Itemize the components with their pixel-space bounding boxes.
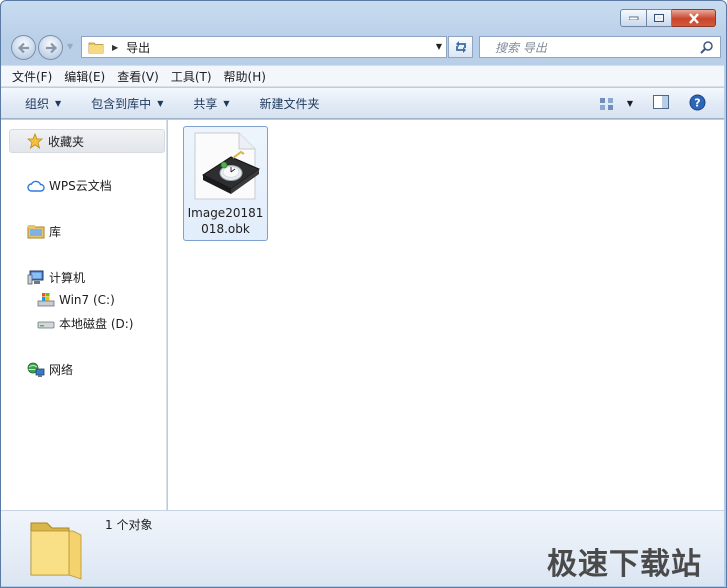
organize-label: 组织 [25,96,50,111]
item-count: 1 个对象 [105,518,153,532]
nav-drive-c-label: Win7 (C:) [59,293,115,307]
folder-icon [88,42,104,54]
share-button[interactable]: 共享 ▼ [193,95,229,112]
preview-pane-icon [653,95,669,109]
search-input[interactable]: 搜索 导出 [479,36,721,58]
menu-bar: 文件(F) 编辑(E) 查看(V) 工具(T) 帮助(H) [1,65,724,87]
chevron-down-icon: ▼ [55,98,62,108]
nav-wps-cloud-label: WPS云文档 [49,179,112,193]
details-pane: 1 个对象 极速下载站 [1,510,724,586]
obk-file-icon [194,132,261,200]
cloud-icon [27,178,45,194]
search-placeholder: 搜索 导出 [495,40,547,55]
breadcrumb-item[interactable]: 导出 [126,39,150,56]
back-button[interactable] [11,35,36,60]
caption-buttons [620,9,716,27]
nav-drive-c[interactable]: Win7 (C:) [37,292,115,308]
nav-libraries[interactable]: 库 [27,223,61,240]
nav-drive-d[interactable]: 本地磁盘 (D:) [37,315,133,332]
menu-view[interactable]: 查看(V) [112,68,164,85]
navigation-pane: 收藏夹 WPS云文档 库 计算机 Win7 (C:) 本地磁盘 (D:) 网络 [1,120,167,510]
minimize-button[interactable] [620,9,647,27]
menu-help[interactable]: 帮助(H) [219,68,271,85]
refresh-button[interactable] [448,36,473,58]
file-item[interactable]: Image20181018.obk [183,126,268,241]
refresh-icon [455,41,466,53]
nav-libraries-label: 库 [49,225,62,239]
nav-computer[interactable]: 计算机 [27,269,85,286]
include-in-library-label: 包含到库中 [91,96,152,111]
file-name: Image20181018.obk [187,206,264,236]
breadcrumb-separator-icon[interactable]: ▶ [112,43,118,52]
nav-network[interactable]: 网络 [27,361,73,378]
maximize-icon [653,13,664,22]
organize-button[interactable]: 组织 ▼ [25,95,61,112]
address-field[interactable]: ▶ 导出 ▼ [81,36,447,58]
nav-favorites[interactable]: 收藏夹 [9,129,165,153]
arrow-right-icon [45,42,57,53]
chevron-down-icon: ▼ [157,98,164,108]
hard-disk-icon [37,316,55,332]
address-bar: ▼ ▶ 导出 ▼ 搜索 导出 [9,32,721,60]
computer-icon [27,270,45,286]
menu-edit[interactable]: 编辑(E) [59,68,110,85]
menu-tools[interactable]: 工具(T) [166,68,217,85]
preview-pane-button[interactable] [653,95,669,112]
nav-drive-d-label: 本地磁盘 (D:) [59,317,134,331]
nav-wps-cloud[interactable]: WPS云文档 [27,177,112,194]
view-grid-icon [599,97,613,110]
star-icon [26,133,44,149]
new-folder-label: 新建文件夹 [259,96,320,111]
arrow-left-icon [17,42,29,53]
new-folder-button[interactable]: 新建文件夹 [260,95,320,112]
nav-network-label: 网络 [49,363,74,377]
folder-icon [30,522,82,580]
address-dropdown-icon[interactable]: ▼ [436,42,442,51]
system-drive-icon [37,292,55,308]
view-controls: ▼ ? [599,88,724,119]
forward-button[interactable] [38,35,63,60]
close-icon [688,12,699,24]
file-list: Image20181018.obk [168,120,724,510]
help-button[interactable]: ? [689,94,706,114]
include-in-library-button[interactable]: 包含到库中 ▼ [91,95,163,112]
help-icon: ? [689,94,706,110]
search-icon[interactable] [700,40,714,54]
close-button[interactable] [672,9,716,27]
watermark-logo: 极速下载站 [547,547,702,582]
nav-favorites-label: 收藏夹 [48,134,85,149]
svg-text:?: ? [694,96,700,109]
minimize-icon [628,16,638,20]
maximize-button[interactable] [647,9,672,27]
change-view-button[interactable]: ▼ [599,97,633,111]
chevron-down-icon: ▼ [223,98,230,108]
share-label: 共享 [193,96,218,111]
menu-file[interactable]: 文件(F) [7,68,57,85]
library-icon [27,224,45,240]
nav-computer-label: 计算机 [49,271,86,285]
command-bar: 组织 ▼ 包含到库中 ▼ 共享 ▼ 新建文件夹 ▼ ? [1,88,724,119]
chevron-down-icon: ▼ [626,99,633,108]
recent-pages-dropdown[interactable]: ▼ [67,42,73,51]
network-icon [27,362,45,378]
